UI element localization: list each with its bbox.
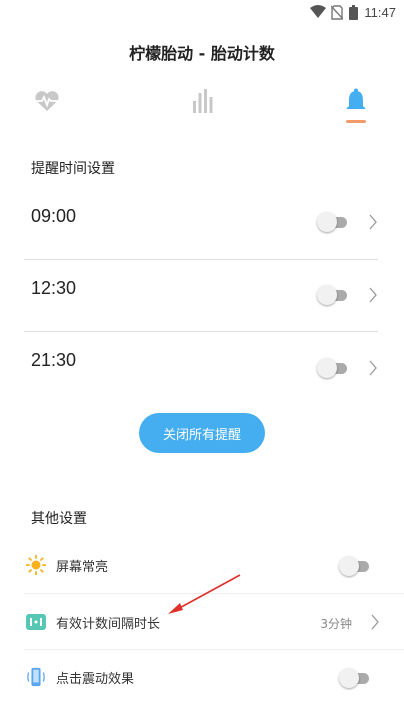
reminder-time: 09:00 <box>31 206 77 226</box>
heartbeat-icon <box>35 91 59 111</box>
battery-icon <box>349 5 358 20</box>
chevron-right-icon[interactable] <box>368 286 378 304</box>
status-time: 11:47 <box>364 5 396 20</box>
interval-value: 3分钟 <box>320 617 352 631</box>
setting-label: 屏幕常亮 <box>56 560 109 575</box>
annotation-arrow-icon <box>168 574 241 614</box>
bar-chart-icon <box>193 89 213 113</box>
chevron-right-icon[interactable] <box>368 359 378 377</box>
tab-heartbeat[interactable] <box>30 84 64 118</box>
other-section-title: 其他设置 <box>31 511 87 527</box>
wifi-icon <box>310 5 326 18</box>
tab-statistics[interactable] <box>185 84 219 118</box>
reminder-time: 21:30 <box>31 350 77 370</box>
reminder-toggle[interactable] <box>317 212 349 232</box>
screen-on-toggle[interactable] <box>339 556 371 576</box>
reminder-toggle[interactable] <box>317 285 349 305</box>
bell-icon <box>346 88 366 109</box>
tab-reminders[interactable] <box>339 84 373 118</box>
setting-label: 点击震动效果 <box>56 672 135 687</box>
interval-icon <box>26 614 46 630</box>
reminder-toggle[interactable] <box>317 358 349 378</box>
page-title: 柠檬胎动 - 胎动计数 <box>129 44 275 63</box>
chevron-right-icon[interactable] <box>370 613 380 631</box>
no-sim-icon <box>331 5 343 20</box>
status-bar: 11:47 <box>0 0 404 26</box>
reminder-row[interactable]: 21:30 <box>24 332 378 402</box>
setting-vibrate[interactable]: 点击震动效果 <box>0 650 404 706</box>
reminder-row[interactable]: 12:30 <box>24 260 378 330</box>
reminder-time: 12:30 <box>31 278 77 298</box>
setting-label: 有效计数间隔时长 <box>56 617 161 632</box>
reminder-row[interactable]: 09:00 <box>24 188 378 258</box>
sun-icon <box>26 555 46 575</box>
vibrate-toggle[interactable] <box>339 668 371 688</box>
chevron-right-icon[interactable] <box>368 213 378 231</box>
phone-vibrate-icon <box>27 667 45 687</box>
active-tab-indicator <box>346 120 366 123</box>
close-all-reminders-button[interactable]: 关闭所有提醒 <box>139 413 265 453</box>
reminder-section-title: 提醒时间设置 <box>31 161 115 177</box>
